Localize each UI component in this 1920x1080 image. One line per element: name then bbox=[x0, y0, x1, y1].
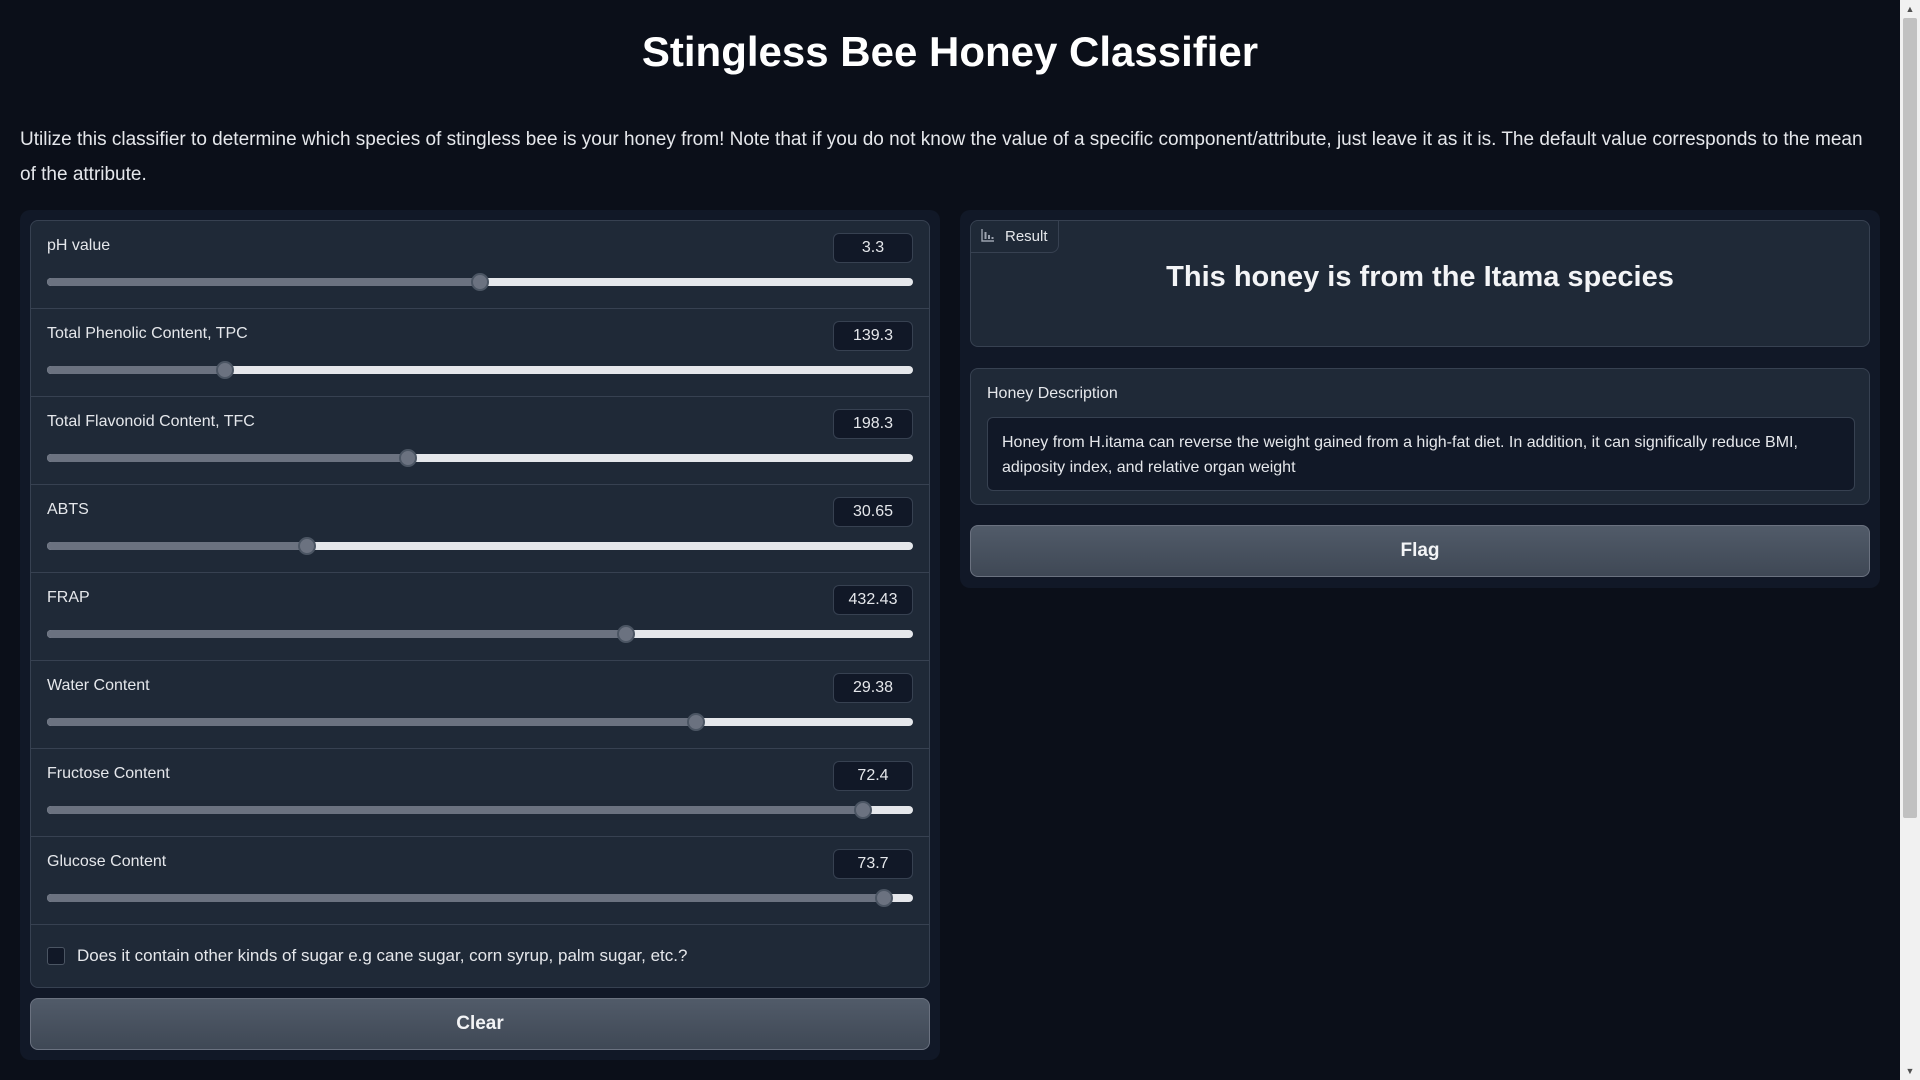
slider-track[interactable] bbox=[47, 361, 913, 379]
slider-label: pH value bbox=[47, 237, 111, 254]
slider-thumb[interactable] bbox=[215, 361, 234, 379]
other-sugar-row: Does it contain other kinds of sugar e.g… bbox=[31, 925, 929, 987]
slider-thumb[interactable] bbox=[617, 625, 636, 643]
slider-frap: FRAP 432.43 bbox=[31, 573, 929, 661]
slider-value-input[interactable]: 30.65 bbox=[833, 497, 913, 527]
slider-fill bbox=[47, 366, 225, 374]
result-text: This honey is from the Itama species bbox=[1166, 261, 1674, 293]
slider-value-input[interactable]: 29.38 bbox=[833, 673, 913, 703]
slider-label: Glucose Content bbox=[47, 853, 167, 870]
slider-fill bbox=[47, 542, 307, 550]
slider-fill bbox=[47, 894, 885, 902]
slider-track[interactable] bbox=[47, 713, 913, 731]
slider-fill bbox=[47, 630, 627, 638]
page-title: Stingless Bee Honey Classifier bbox=[641, 28, 1259, 75]
inputs-box: pH value 3.3 Total Phenolic Content, TPC… bbox=[30, 220, 930, 988]
slider-value-input[interactable]: 72.4 bbox=[833, 761, 913, 791]
inputs-panel: pH value 3.3 Total Phenolic Content, TPC… bbox=[20, 210, 940, 1060]
slider-ph: pH value 3.3 bbox=[31, 221, 929, 309]
slider-thumb[interactable] bbox=[686, 713, 705, 731]
page-description: Utilize this classifier to determine whi… bbox=[20, 129, 1863, 185]
slider-track[interactable] bbox=[47, 273, 913, 291]
page: Stingless Bee Honey Classifier Utilize t… bbox=[0, 0, 1920, 1080]
slider-tfc: Total Flavonoid Content, TFC 198.3 bbox=[31, 397, 929, 485]
slider-fill bbox=[47, 454, 409, 462]
slider-value-input[interactable]: 3.3 bbox=[833, 233, 913, 263]
slider-water: Water Content 29.38 bbox=[31, 661, 929, 749]
slider-abts: ABTS 30.65 bbox=[31, 485, 929, 573]
result-tag: Result bbox=[971, 221, 1059, 253]
page-scrollbar[interactable]: ▲ ▼ bbox=[1900, 0, 1920, 1080]
slider-thumb[interactable] bbox=[853, 801, 872, 819]
outputs-panel: Result This honey is from the Itama spec… bbox=[960, 210, 1880, 588]
slider-label: Total Phenolic Content, TPC bbox=[47, 325, 248, 342]
honey-description-label: Honey Description bbox=[987, 385, 1118, 402]
honey-description-box: Honey Description Honey from H.itama can… bbox=[970, 368, 1870, 505]
slider-fructose: Fructose Content 72.4 bbox=[31, 749, 929, 837]
slider-value-input[interactable]: 73.7 bbox=[833, 849, 913, 879]
scroll-up-icon[interactable]: ▲ bbox=[1900, 0, 1920, 18]
slider-label: Water Content bbox=[47, 677, 150, 694]
other-sugar-label[interactable]: Does it contain other kinds of sugar e.g… bbox=[77, 946, 687, 966]
slider-label: Fructose Content bbox=[47, 765, 170, 782]
result-box: Result This honey is from the Itama spec… bbox=[970, 220, 1870, 347]
slider-value-input[interactable]: 432.43 bbox=[833, 585, 913, 615]
slider-label: Total Flavonoid Content, TFC bbox=[47, 413, 255, 430]
clear-button[interactable]: Clear bbox=[30, 998, 930, 1050]
slider-fill bbox=[47, 806, 863, 814]
slider-thumb[interactable] bbox=[297, 537, 316, 555]
other-sugar-checkbox[interactable] bbox=[47, 947, 65, 965]
slider-track[interactable] bbox=[47, 449, 913, 467]
slider-track[interactable] bbox=[47, 625, 913, 643]
slider-label: ABTS bbox=[47, 501, 89, 518]
result-tag-label: Result bbox=[1005, 228, 1048, 245]
slider-thumb[interactable] bbox=[875, 889, 894, 907]
slider-fill bbox=[47, 278, 480, 286]
scroll-thumb[interactable] bbox=[1903, 18, 1917, 818]
slider-glucose: Glucose Content 73.7 bbox=[31, 837, 929, 925]
slider-thumb[interactable] bbox=[471, 273, 489, 291]
slider-track[interactable] bbox=[47, 801, 913, 819]
slider-track[interactable] bbox=[47, 537, 913, 555]
slider-tpc: Total Phenolic Content, TPC 139.3 bbox=[31, 309, 929, 397]
scroll-down-icon[interactable]: ▼ bbox=[1900, 1062, 1920, 1080]
slider-fill bbox=[47, 718, 696, 726]
honey-description-text[interactable]: Honey from H.itama can reverse the weigh… bbox=[987, 417, 1855, 491]
slider-thumb[interactable] bbox=[399, 449, 418, 467]
slider-value-input[interactable]: 198.3 bbox=[833, 409, 913, 439]
slider-track[interactable] bbox=[47, 889, 913, 907]
slider-value-input[interactable]: 139.3 bbox=[833, 321, 913, 351]
bar-chart-icon bbox=[981, 228, 995, 246]
slider-label: FRAP bbox=[47, 589, 90, 606]
flag-button[interactable]: Flag bbox=[970, 525, 1870, 577]
